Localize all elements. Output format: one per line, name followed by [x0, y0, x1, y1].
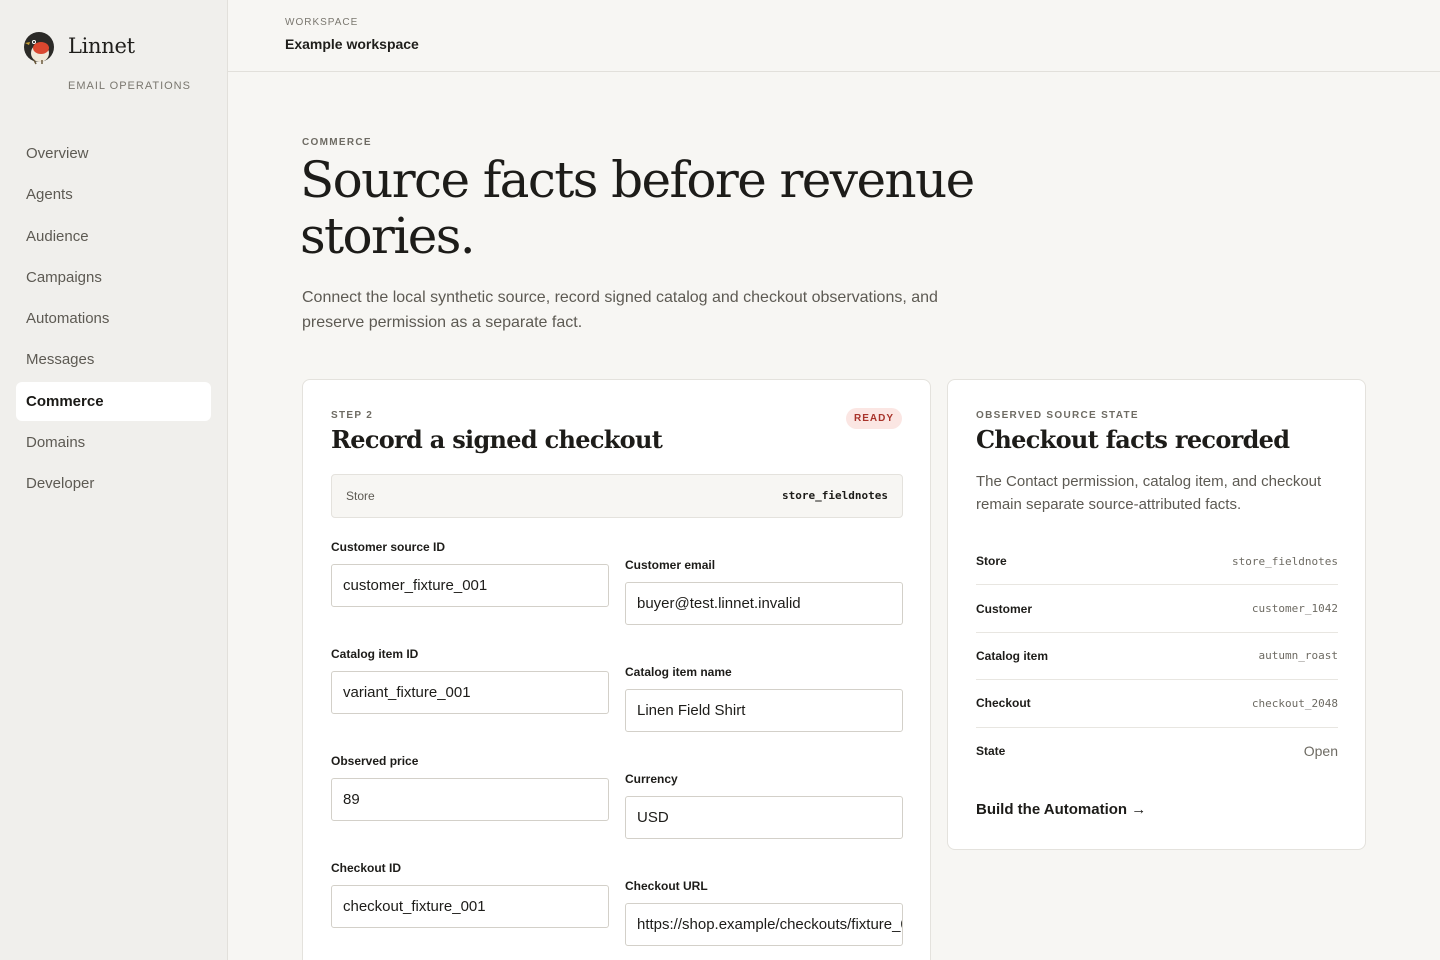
checkout-url-group: Checkout URL https://shop.example/checko…: [625, 879, 903, 946]
state-title: Checkout facts recorded: [976, 425, 1290, 454]
workspace-header: WORKSPACE Example workspace: [228, 0, 1440, 72]
fact-row-customer: Customer customer_1042: [976, 585, 1338, 633]
state-eyebrow: OBSERVED SOURCE STATE: [976, 410, 1139, 421]
customer-email-group: Customer email buyer@test.linnet.invalid: [625, 558, 903, 625]
workspace-name[interactable]: Example workspace: [285, 36, 419, 52]
status-badge: READY: [845, 408, 902, 429]
fact-row-checkout: Checkout checkout_2048: [976, 680, 1338, 728]
currency-label: Currency: [625, 772, 678, 786]
checkout-form-card: STEP 2 Record a signed checkout READY St…: [302, 379, 931, 960]
fact-label: Checkout: [976, 696, 1031, 711]
page-description: Connect the local synthetic source, reco…: [302, 289, 938, 331]
sidebar-nav: Overview Agents Audience Campaigns Autom…: [16, 134, 211, 506]
customer-source-id-input[interactable]: customer_fixture_001: [331, 564, 609, 607]
fact-row-store: Store store_fieldnotes: [976, 538, 1338, 586]
observed-price-group: Observed price 89: [331, 754, 609, 821]
fact-value: store_fieldnotes: [1232, 554, 1338, 568]
store-label: Store: [346, 489, 375, 503]
fact-row-state: State Open: [976, 728, 1338, 775]
bird-logo-icon: [24, 32, 54, 65]
checkout-id-input[interactable]: checkout_fixture_001: [331, 885, 609, 928]
observed-price-label: Observed price: [331, 754, 419, 768]
build-automation-link[interactable]: Build the Automation →: [976, 801, 1146, 818]
fact-row-catalog-item: Catalog item autumn_roast: [976, 633, 1338, 681]
fact-value: Open: [1303, 743, 1338, 760]
brand-tagline: EMAIL OPERATIONS: [68, 80, 191, 92]
catalog-item-name-label: Catalog item name: [625, 665, 732, 679]
fact-label: Store: [976, 554, 1007, 569]
workspace-label: WORKSPACE: [285, 17, 359, 28]
sidebar: Linnet EMAIL OPERATIONS Overview Agents …: [0, 0, 228, 960]
catalog-item-id-input[interactable]: variant_fixture_001: [331, 671, 609, 714]
sidebar-item-domains[interactable]: Domains: [16, 423, 211, 462]
page-eyebrow: COMMERCE: [302, 137, 372, 148]
store-value: store_fieldnotes: [782, 489, 888, 502]
fact-value: autumn_roast: [1258, 649, 1338, 663]
brand-name: Linnet: [68, 34, 135, 58]
customer-source-id-group: Customer source ID customer_fixture_001: [331, 540, 609, 607]
catalog-item-name-input[interactable]: Linen Field Shirt: [625, 689, 903, 732]
fact-label: Catalog item: [976, 648, 1049, 663]
sidebar-item-developer[interactable]: Developer: [16, 464, 211, 503]
catalog-item-name-group: Catalog item name Linen Field Shirt: [625, 665, 903, 732]
facts-list: Store store_fieldnotes Customer customer…: [976, 538, 1338, 775]
sidebar-item-overview[interactable]: Overview: [16, 134, 211, 173]
fact-value: customer_1042: [1251, 602, 1338, 616]
source-state-card: OBSERVED SOURCE STATE Checkout facts rec…: [947, 379, 1366, 850]
brand[interactable]: Linnet: [20, 27, 135, 65]
currency-group: Currency USD: [625, 772, 903, 839]
checkout-url-label: Checkout URL: [625, 879, 708, 893]
checkout-id-group: Checkout ID checkout_fixture_001: [331, 861, 609, 928]
catalog-item-id-label: Catalog item ID: [331, 647, 419, 661]
catalog-item-id-group: Catalog item ID variant_fixture_001: [331, 647, 609, 714]
sidebar-item-audience[interactable]: Audience: [16, 217, 211, 256]
sidebar-item-messages[interactable]: Messages: [16, 340, 211, 379]
step-label: STEP 2: [331, 410, 374, 421]
customer-email-label: Customer email: [625, 558, 716, 572]
card-title: Record a signed checkout: [331, 425, 663, 454]
checkout-url-input[interactable]: https://shop.example/checkouts/fixture_0…: [625, 903, 903, 946]
store-summary: Store store_fieldnotes: [331, 474, 903, 518]
fact-value: checkout_2048: [1251, 696, 1338, 710]
customer-source-id-label: Customer source ID: [331, 540, 446, 554]
fact-label: State: [976, 744, 1006, 759]
sidebar-item-commerce[interactable]: Commerce: [16, 381, 211, 421]
state-description: The Contact permission, catalog item, an…: [976, 473, 1322, 513]
sidebar-item-automations[interactable]: Automations: [16, 299, 211, 338]
sidebar-item-agents[interactable]: Agents: [16, 175, 211, 214]
observed-price-input[interactable]: 89: [331, 778, 609, 821]
currency-input[interactable]: USD: [625, 796, 903, 839]
fact-label: Customer: [976, 601, 1033, 616]
sidebar-item-campaigns[interactable]: Campaigns: [16, 258, 211, 297]
checkout-id-label: Checkout ID: [331, 861, 402, 875]
customer-email-input[interactable]: buyer@test.linnet.invalid: [625, 582, 903, 625]
page-title: Source facts before revenue stories.: [300, 151, 975, 265]
